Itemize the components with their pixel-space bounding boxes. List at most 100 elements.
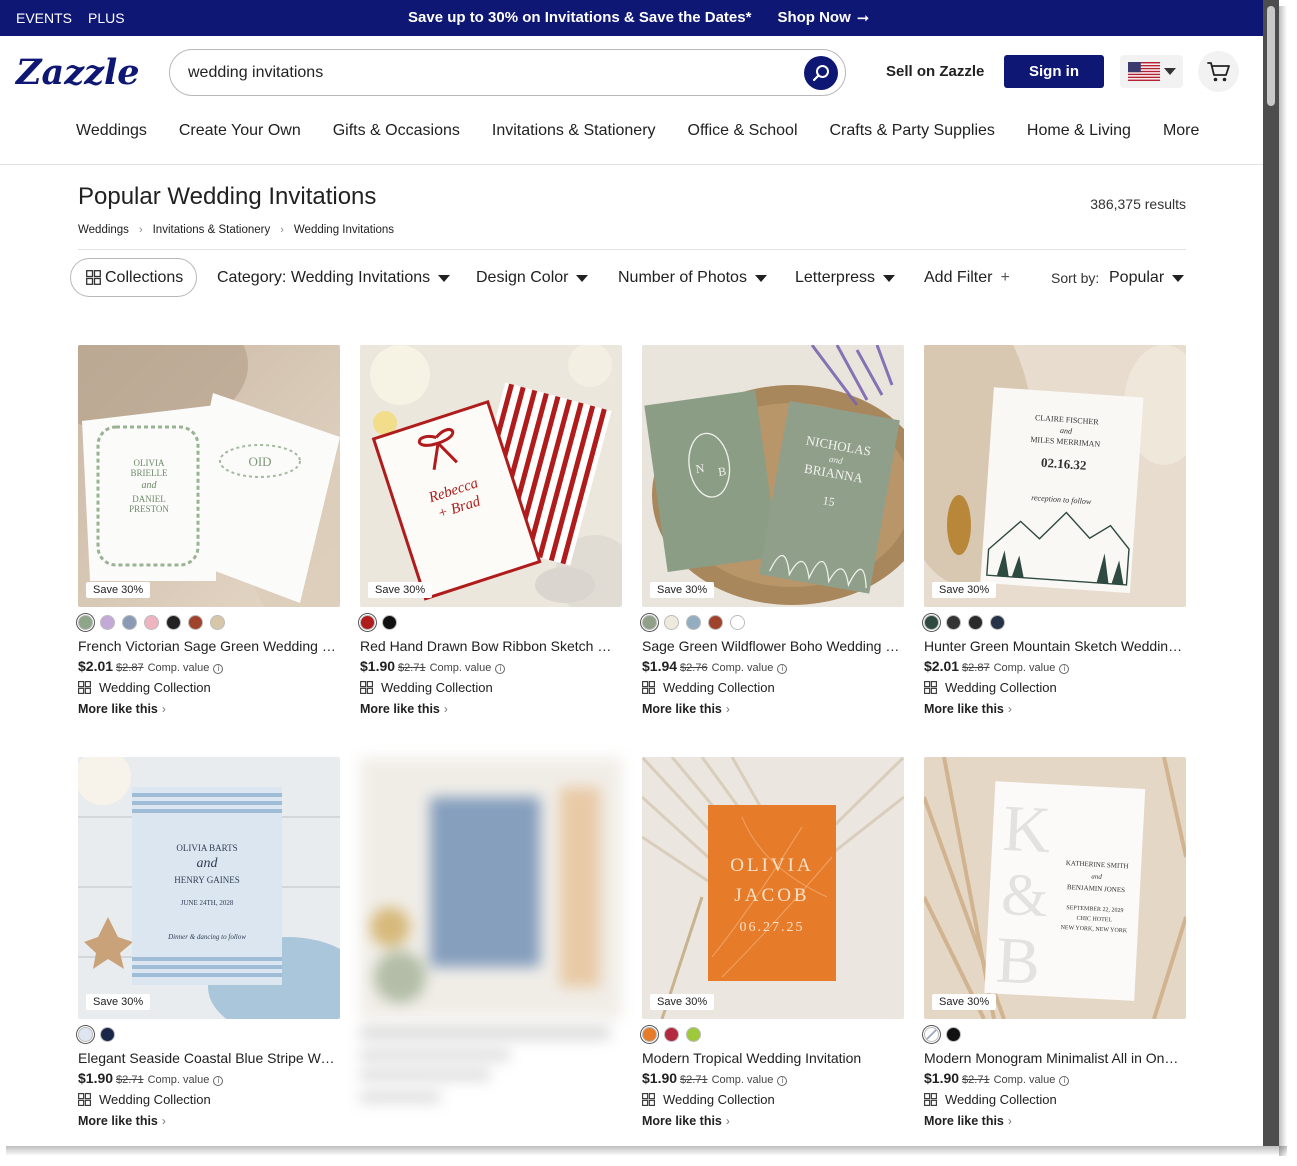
nav-gifts-occasions[interactable]: Gifts & Occasions — [333, 122, 460, 140]
color-swatch[interactable] — [946, 1027, 961, 1042]
color-swatch[interactable] — [100, 1027, 115, 1042]
nav-invitations-stationery[interactable]: Invitations & Stationery — [492, 122, 656, 140]
number-of-photos-filter[interactable]: Number of Photos — [618, 269, 767, 287]
color-swatch[interactable] — [100, 615, 115, 630]
color-swatch[interactable] — [686, 615, 701, 630]
scrollbar-thumb[interactable] — [1267, 6, 1275, 106]
nav-weddings[interactable]: Weddings — [76, 122, 147, 140]
country-selector[interactable] — [1120, 55, 1183, 88]
nav-create-your-own[interactable]: Create Your Own — [179, 122, 301, 140]
grid-icon — [642, 681, 655, 694]
more-like-this-link[interactable]: More like this › — [924, 702, 1012, 716]
info-icon[interactable]: i — [1059, 1076, 1070, 1086]
info-icon[interactable]: i — [777, 664, 788, 674]
design-color-filter[interactable]: Design Color — [476, 269, 589, 287]
color-swatch[interactable] — [968, 615, 983, 630]
collection-link[interactable]: Wedding Collection — [78, 680, 211, 695]
shop-now-link[interactable]: Shop Now ➞ — [777, 9, 869, 27]
color-swatch[interactable] — [360, 615, 375, 630]
collection-link[interactable]: Wedding Collection — [642, 1092, 775, 1107]
color-swatch[interactable] — [730, 615, 745, 630]
product-name[interactable]: Hunter Green Mountain Sketch Wedding ... — [924, 638, 1186, 654]
product-image[interactable]: N B NICHOLAS and BRIANNA 15 Save 30% — [642, 345, 904, 607]
more-like-this-link[interactable]: More like this › — [924, 1114, 1012, 1128]
info-icon[interactable]: i — [213, 1076, 224, 1086]
product-image[interactable]: Rebecca + Brad Save 30% — [360, 345, 622, 607]
collection-label: Wedding Collection — [945, 680, 1057, 695]
more-like-this-link[interactable]: More like this › — [642, 702, 730, 716]
collection-link[interactable]: Wedding Collection — [924, 1092, 1057, 1107]
search-button[interactable] — [804, 56, 838, 90]
search-input[interactable] — [188, 62, 788, 84]
more-like-this-link[interactable]: More like this › — [78, 1114, 166, 1128]
color-swatch[interactable] — [924, 1027, 939, 1042]
product-image[interactable]: OLIVIA JACOB 06.27.25 Save 30% — [642, 757, 904, 1019]
nav-office-school[interactable]: Office & School — [688, 122, 798, 140]
color-swatch[interactable] — [188, 615, 203, 630]
product-name[interactable]: Modern Monogram Minimalist All in One ..… — [924, 1050, 1186, 1066]
add-filter-button[interactable]: Add Filter + — [924, 269, 1010, 287]
color-swatch[interactable] — [210, 615, 225, 630]
color-swatch[interactable] — [686, 1027, 701, 1042]
sell-on-zazzle-link[interactable]: Sell on Zazzle — [886, 63, 984, 80]
thumb-text: K — [1001, 792, 1052, 867]
color-swatch[interactable] — [924, 615, 939, 630]
nav-home-living[interactable]: Home & Living — [1027, 122, 1131, 140]
plus-link[interactable]: PLUS — [88, 10, 125, 26]
original-price: $2.71 — [398, 662, 426, 674]
more-like-this-link[interactable]: More like this › — [642, 1114, 730, 1128]
color-swatch[interactable] — [78, 1027, 93, 1042]
more-like-this-link[interactable]: More like this › — [360, 702, 448, 716]
events-link[interactable]: EVENTS — [16, 10, 72, 26]
product-name[interactable]: Modern Tropical Wedding Invitation — [642, 1050, 904, 1066]
color-swatch[interactable] — [664, 615, 679, 630]
collection-link[interactable]: Wedding Collection — [360, 680, 493, 695]
comp-value-label: Comp. value — [147, 1074, 210, 1086]
collection-link[interactable]: Wedding Collection — [924, 680, 1057, 695]
color-swatch[interactable] — [78, 615, 93, 630]
zazzle-logo[interactable]: Zazzle — [16, 52, 140, 93]
breadcrumb-wedding-invitations[interactable]: Wedding Invitations — [294, 224, 394, 236]
color-swatch[interactable] — [708, 615, 723, 630]
cart-button[interactable] — [1198, 51, 1239, 92]
product-image[interactable]: OLIVIA BRIELLE and DANIEL PRESTON OID Sa… — [78, 345, 340, 607]
product-image[interactable]: OLIVIA BARTS and HENRY GAINES JUNE 24TH,… — [78, 757, 340, 1019]
collection-link[interactable]: Wedding Collection — [78, 1092, 211, 1107]
collection-link[interactable]: Wedding Collection — [642, 680, 775, 695]
color-swatch[interactable] — [946, 615, 961, 630]
color-swatch[interactable] — [990, 615, 1005, 630]
original-price: $2.71 — [680, 1074, 708, 1086]
more-like-this-link[interactable]: More like this › — [78, 702, 166, 716]
color-swatch[interactable] — [642, 1027, 657, 1042]
sign-in-button[interactable]: Sign in — [1004, 55, 1104, 88]
product-name[interactable]: Elegant Seaside Coastal Blue Stripe Wed.… — [78, 1050, 340, 1066]
nav-more[interactable]: More — [1163, 122, 1199, 140]
sale-price: $1.90 — [642, 1070, 678, 1086]
color-swatch[interactable] — [664, 1027, 679, 1042]
vertical-scrollbar[interactable] — [1263, 0, 1279, 1146]
product-image[interactable]: K & B KATHERINE SMITH and BENJAMIN JONES… — [924, 757, 1186, 1019]
color-swatch[interactable] — [166, 615, 181, 630]
letterpress-filter[interactable]: Letterpress — [795, 269, 896, 287]
collections-button[interactable]: Collections — [70, 258, 197, 297]
product-image[interactable]: CLAIRE FISCHER and MILES MERRIMAN 02.16.… — [924, 345, 1186, 607]
color-swatch[interactable] — [144, 615, 159, 630]
sort-dropdown[interactable]: Popular — [1109, 269, 1185, 287]
product-name[interactable]: Red Hand Drawn Bow Ribbon Sketch We... — [360, 638, 622, 654]
nav-crafts-party[interactable]: Crafts & Party Supplies — [830, 122, 995, 140]
product-name[interactable]: Sage Green Wildflower Boho Wedding M... — [642, 638, 904, 654]
promo-message[interactable]: Save up to 30% on Invitations & Save the… — [408, 9, 751, 27]
breadcrumb-invitations-stationery[interactable]: Invitations & Stationery — [153, 224, 271, 236]
info-icon[interactable]: i — [495, 664, 506, 674]
color-swatch[interactable] — [382, 615, 397, 630]
category-filter[interactable]: Category: Wedding Invitations — [217, 269, 451, 287]
info-icon[interactable]: i — [777, 1076, 788, 1086]
color-swatch[interactable] — [122, 615, 137, 630]
info-icon[interactable]: i — [1059, 664, 1070, 674]
breadcrumb-weddings[interactable]: Weddings — [78, 224, 129, 236]
color-swatch[interactable] — [642, 615, 657, 630]
grid-icon — [642, 1093, 655, 1106]
price-row: $1.90 $2.71 Comp. value i — [924, 1070, 1070, 1086]
info-icon[interactable]: i — [213, 664, 224, 674]
product-name[interactable]: French Victorian Sage Green Wedding M... — [78, 638, 340, 654]
